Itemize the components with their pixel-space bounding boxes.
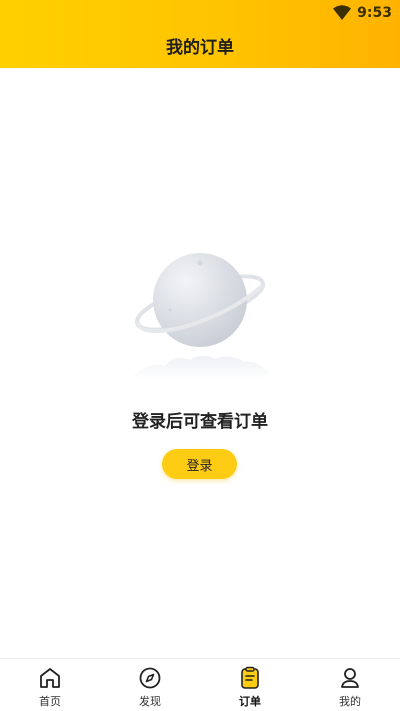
tab-label-discover: 发现 bbox=[139, 695, 161, 708]
status-bar: 9:53 bbox=[333, 2, 392, 24]
tab-mine[interactable]: 我的 bbox=[300, 659, 400, 711]
user-icon bbox=[341, 668, 359, 688]
tab-label-orders: 订单 bbox=[239, 695, 261, 708]
page-title: 我的订单 bbox=[166, 38, 234, 58]
home-icon bbox=[40, 668, 60, 688]
tab-home[interactable]: 首页 bbox=[0, 659, 100, 711]
tab-label-home: 首页 bbox=[39, 695, 61, 708]
tab-orders[interactable]: 订单 bbox=[200, 659, 300, 711]
compass-icon bbox=[139, 667, 161, 689]
empty-state-message: 登录后可查看订单 bbox=[132, 412, 268, 432]
app-header: 9:53 我的订单 bbox=[0, 0, 400, 68]
tab-label-mine: 我的 bbox=[339, 695, 361, 708]
wifi-icon bbox=[333, 5, 352, 20]
bottom-tab-bar: 首页 发现 订单 我的 bbox=[0, 658, 400, 711]
login-button[interactable]: 登录 bbox=[162, 449, 237, 479]
empty-planet-illustration bbox=[128, 253, 272, 380]
tab-discover[interactable]: 发现 bbox=[100, 659, 200, 711]
order-icon bbox=[241, 666, 259, 689]
status-time: 9:53 bbox=[357, 5, 392, 21]
